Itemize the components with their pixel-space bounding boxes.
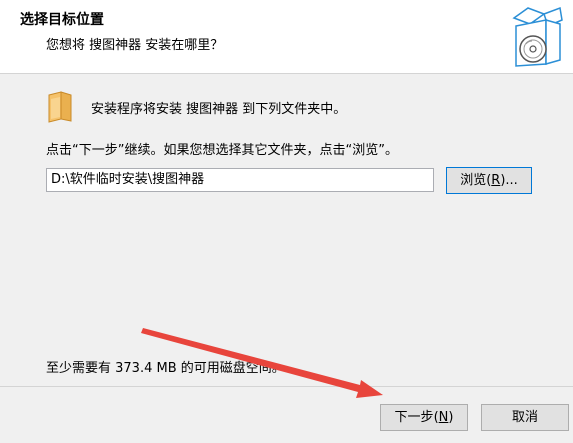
setup-wizard-window: 选择目标位置 您想将 搜图神器 安装在哪里？ 安装程序将安装 搜图神器 到下列文… [0,0,573,443]
next-button[interactable]: 下一步(N) [380,404,468,431]
browse-button[interactable]: 浏览(R)... [446,167,532,194]
page-subtitle: 您想将 搜图神器 安装在哪里？ [46,38,224,53]
browse-mnemonic: R [491,173,501,188]
folder-icon [48,91,72,123]
instruction-text: 点击“下一步”继续。如果您想选择其它文件夹，点击“浏览”。 [46,143,398,158]
install-path-input[interactable] [46,168,434,192]
cancel-button[interactable]: 取消 [481,404,569,431]
footer-divider [0,386,573,387]
disk-space-text: 至少需要有 373.4 MB 的可用磁盘空间。 [46,361,285,376]
page-title: 选择目标位置 [20,12,104,28]
browse-button-label: 浏览 [460,173,487,188]
next-button-label: 下一步 [394,410,434,425]
wizard-header: 选择目标位置 您想将 搜图神器 安装在哪里？ [0,0,573,74]
next-mnemonic: N [438,410,449,425]
install-box-icon [512,6,563,67]
intro-text: 安装程序将安装 搜图神器 到下列文件夹中。 [91,102,347,117]
